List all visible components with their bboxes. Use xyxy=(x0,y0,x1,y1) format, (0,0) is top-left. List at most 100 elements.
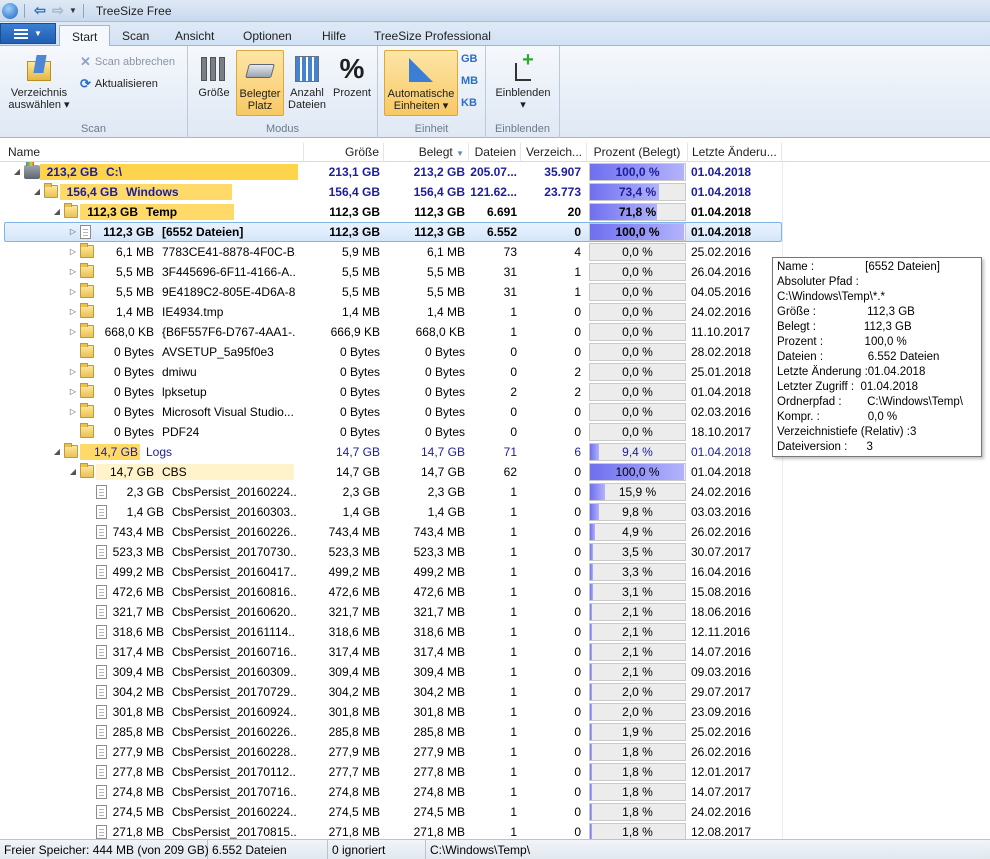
expand-arrow-icon[interactable]: ▷ xyxy=(68,402,78,422)
percent-mode-label: Prozent xyxy=(333,87,371,99)
expand-arrow-icon[interactable]: ▷ xyxy=(68,382,78,402)
percent-bar: 0,0 % xyxy=(589,323,686,341)
choose-directory-button[interactable]: Verzeichnis auswählen ▾ xyxy=(6,50,72,111)
percent-bar: 100,0 % xyxy=(589,463,686,481)
tree-row[interactable]: 318,6 MB CbsPersist_20161114... 318,6 MB 31… xyxy=(0,622,990,642)
row-modified: 25.02.2016 xyxy=(691,245,752,259)
collapse-arrow-icon[interactable]: ◢ xyxy=(12,162,22,182)
size-mode-label: Größe xyxy=(198,87,230,99)
row-allocated: 304,2 MB xyxy=(413,685,465,699)
expand-arrow-icon[interactable]: ▷ xyxy=(68,222,78,242)
row-size-label: 1,4 MB xyxy=(115,305,154,319)
mode-group: Größe Belegter Platz Anzahl Dateien % Pr… xyxy=(188,46,378,138)
row-name: CbsPersist_20160620... xyxy=(172,605,296,619)
row-modified: 26.02.2016 xyxy=(691,745,752,759)
row-size-label: 2,3 GB xyxy=(126,485,164,499)
row-name: CbsPersist_20160716... xyxy=(172,645,296,659)
tree-row[interactable]: 274,5 MB CbsPersist_20160224... 274,5 MB 27… xyxy=(0,802,990,822)
row-dirs: 0 xyxy=(574,225,581,239)
percent-mode-button[interactable]: % Prozent xyxy=(330,50,374,116)
row-percent: 9,8 % xyxy=(622,505,653,519)
app-logo-icon[interactable] xyxy=(2,2,18,19)
status-ignored: 0 ignoriert xyxy=(328,840,426,859)
tab-treesize-professional[interactable]: TreeSize Professional xyxy=(362,25,503,46)
tab-scan[interactable]: Scan xyxy=(110,25,161,46)
expand-arrow-icon[interactable]: ▷ xyxy=(68,362,78,382)
tab-ansicht[interactable]: Ansicht xyxy=(163,25,226,46)
tree-row[interactable]: 274,8 MB CbsPersist_20170716... 274,8 MB 27… xyxy=(0,782,990,802)
tree-row[interactable]: 1,4 GB CbsPersist_20160303... 1,4 GB 1,4 GB… xyxy=(0,502,990,522)
tree-row[interactable]: ◢ 156,4 GB Windows 156,4 GB 156,4 GB 121.62..… xyxy=(0,182,990,202)
column-name[interactable]: Name xyxy=(4,143,304,162)
tree-row[interactable]: 271,8 MB CbsPersist_20170815... 271,8 MB 27… xyxy=(0,822,990,839)
expand-arrow-icon[interactable]: ▷ xyxy=(68,322,78,342)
expand-arrow-icon[interactable]: ▷ xyxy=(68,282,78,302)
quick-access-dropdown-icon[interactable]: ▼ xyxy=(69,6,77,15)
tree-row[interactable]: 277,9 MB CbsPersist_20160228... 277,9 MB 27… xyxy=(0,742,990,762)
cancel-scan-button[interactable]: ✕ Scan abbrechen xyxy=(80,54,175,70)
tree-row[interactable]: 321,7 MB CbsPersist_20160620... 321,7 MB 32… xyxy=(0,602,990,622)
percent-bar: 1,8 % xyxy=(589,783,686,801)
row-modified: 09.03.2016 xyxy=(691,665,752,679)
tree-row[interactable]: 277,8 MB CbsPersist_20170112... 277,7 MB 27… xyxy=(0,762,990,782)
allocated-space-button[interactable]: Belegter Platz xyxy=(236,50,284,116)
collapse-arrow-icon[interactable]: ◢ xyxy=(52,202,62,222)
column-percent[interactable]: Prozent (Belegt) xyxy=(587,143,688,162)
file-icon xyxy=(96,765,107,779)
back-icon[interactable]: ⇦ xyxy=(31,2,49,19)
collapse-arrow-icon[interactable]: ◢ xyxy=(32,182,42,202)
column-dirs[interactable]: Verzeich... xyxy=(521,143,587,162)
tree-row[interactable]: ◢ 14,7 GB CBS 14,7 GB 14,7 GB 62 0 100,0 % 01.04… xyxy=(0,462,990,482)
show-button[interactable]: + Einblenden ▾ xyxy=(490,50,556,116)
row-name: CBS xyxy=(162,465,187,479)
tree-row[interactable]: ◢ 213,2 GB C:\ 213,1 GB 213,2 GB 205.07... 35.… xyxy=(0,162,990,182)
refresh-button[interactable]: ⟳ Aktualisieren xyxy=(80,76,158,92)
ribbon-tab-bar: ▼ Start Scan Ansicht Optionen Hilfe Tree… xyxy=(0,22,990,47)
row-allocated: 321,7 MB xyxy=(413,605,465,619)
tree-row[interactable]: 523,3 MB CbsPersist_20170730... 523,3 MB 52… xyxy=(0,542,990,562)
row-name: IE4934.tmp xyxy=(162,305,224,319)
size-mode-button[interactable]: Größe xyxy=(196,50,232,116)
tree-row[interactable]: 317,4 MB CbsPersist_20160716... 317,4 MB 31… xyxy=(0,642,990,662)
item-info-tooltip: Name : [6552 Dateien] Absoluter Pfad : C:\… xyxy=(772,257,982,457)
row-percent: 71,8 % xyxy=(618,205,657,219)
tree-row[interactable]: 304,2 MB CbsPersist_20170729... 304,2 MB 30… xyxy=(0,682,990,702)
tree-row[interactable]: ▷ 112,3 GB [6552 Dateien] 112,3 GB 112,3 GB 6… xyxy=(0,222,990,242)
tab-start[interactable]: Start xyxy=(59,25,111,47)
column-size[interactable]: Größe xyxy=(304,143,384,162)
percent-bar: 0,0 % xyxy=(589,303,686,321)
tooltip-line: Verzeichnistiefe (Relativ) :3 xyxy=(777,426,917,438)
unit-mb-button[interactable]: MB xyxy=(461,75,478,87)
file-menu-button[interactable]: ▼ xyxy=(0,23,56,44)
file-count-button[interactable]: Anzahl Dateien xyxy=(286,50,328,116)
row-modified: 26.02.2016 xyxy=(691,525,752,539)
column-allocated[interactable]: Belegt ▼ xyxy=(384,143,469,162)
unit-gb-button[interactable]: GB xyxy=(461,53,478,65)
row-size: 1,4 MB xyxy=(341,305,380,319)
tree-row[interactable]: 472,6 MB CbsPersist_20160816... 472,6 MB 47… xyxy=(0,582,990,602)
column-modified[interactable]: Letzte Änderu... xyxy=(688,143,782,162)
row-files: 1 xyxy=(510,745,517,759)
tree-row[interactable]: 285,8 MB CbsPersist_20160226... 285,8 MB 28… xyxy=(0,722,990,742)
tree-row[interactable]: 499,2 MB CbsPersist_20160417... 499,2 MB 49… xyxy=(0,562,990,582)
collapse-arrow-icon[interactable]: ◢ xyxy=(52,442,62,462)
row-dirs: 6 xyxy=(574,445,581,459)
expand-arrow-icon[interactable]: ▷ xyxy=(68,242,78,262)
expand-arrow-icon[interactable]: ▷ xyxy=(68,262,78,282)
expand-arrow-icon[interactable]: ▷ xyxy=(68,302,78,322)
tree-row[interactable]: 2,3 GB CbsPersist_20160224... 2,3 GB 2,3 GB… xyxy=(0,482,990,502)
unit-kb-button[interactable]: KB xyxy=(461,97,477,109)
tab-optionen[interactable]: Optionen xyxy=(231,25,304,46)
tree-row[interactable]: 309,4 MB CbsPersist_20160309... 309,4 MB 30… xyxy=(0,662,990,682)
auto-units-button[interactable]: Automatische Einheiten ▾ xyxy=(384,50,458,116)
tree-row[interactable]: ◢ 112,3 GB Temp 112,3 GB 112,3 GB 6.691 20 71,8… xyxy=(0,202,990,222)
tree-row[interactable]: 301,8 MB CbsPersist_20160924... 301,8 MB 30… xyxy=(0,702,990,722)
column-files[interactable]: Dateien xyxy=(469,143,521,162)
ribbon: Verzeichnis auswählen ▾ ✕ Scan abbrechen… xyxy=(0,46,990,138)
row-dirs: 0 xyxy=(574,405,581,419)
tab-hilfe[interactable]: Hilfe xyxy=(310,25,358,46)
collapse-arrow-icon[interactable]: ◢ xyxy=(68,462,78,482)
row-percent: 1,9 % xyxy=(622,725,653,739)
forward-icon[interactable]: ⇨ xyxy=(49,2,67,19)
tree-row[interactable]: 743,4 MB CbsPersist_20160226... 743,4 MB 74… xyxy=(0,522,990,542)
